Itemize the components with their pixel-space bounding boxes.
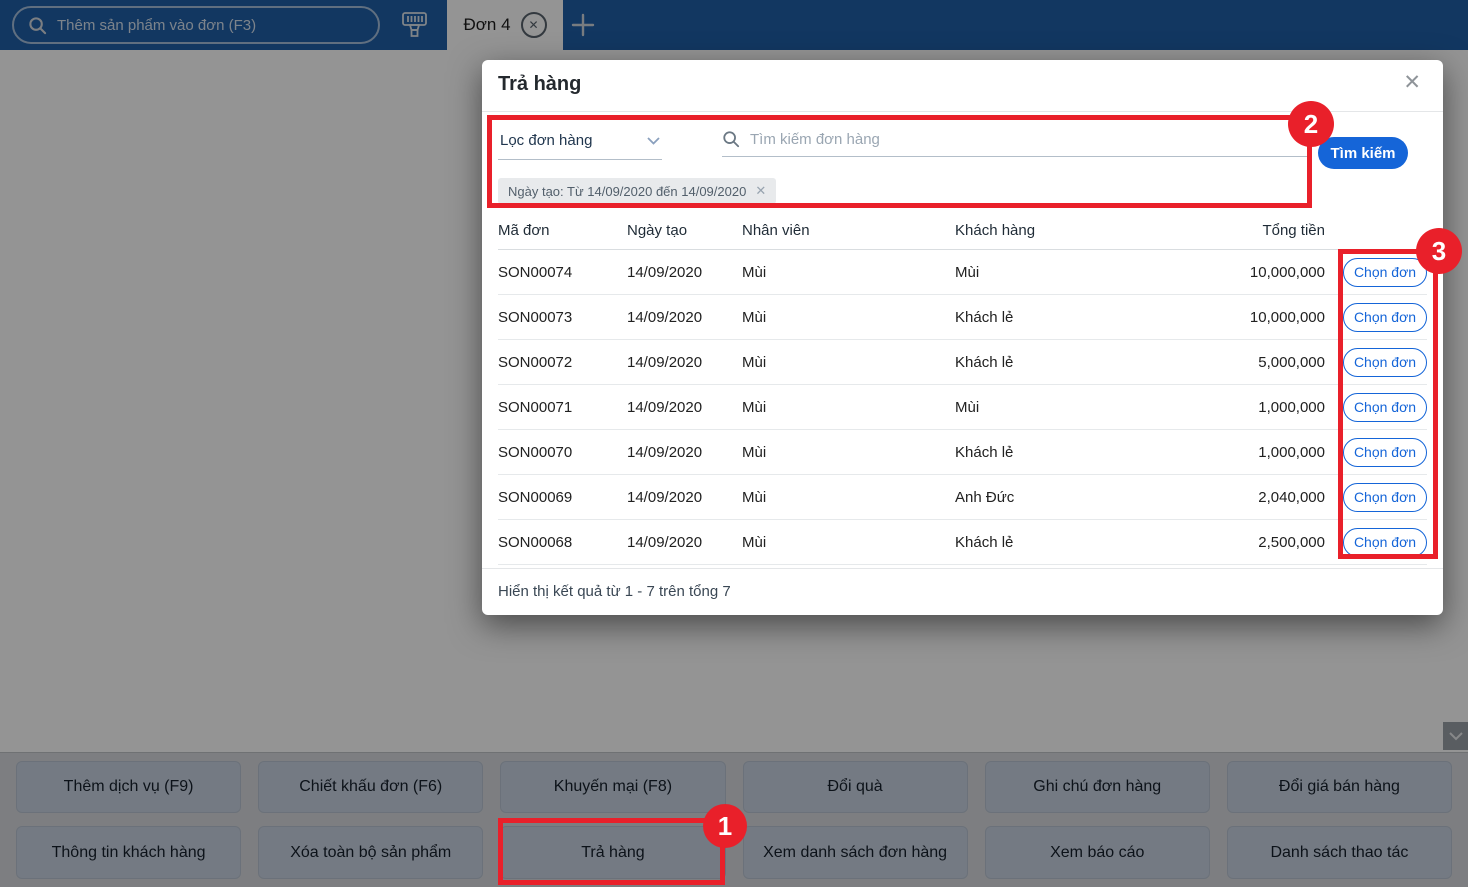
- cell-ngay-tao: 14/09/2020: [627, 263, 703, 281]
- cell-ngay-tao: 14/09/2020: [627, 308, 703, 326]
- col-header-khach-hang: Khách hàng: [955, 222, 1036, 239]
- cell-ma-don: SON00068: [498, 533, 573, 551]
- order-search-field[interactable]: [722, 128, 1308, 157]
- cell-tong-tien: 1,000,000: [1258, 398, 1325, 416]
- chon-don-button[interactable]: Chọn đơn: [1343, 392, 1427, 422]
- cell-nhan-vien: Mùi: [742, 308, 767, 326]
- cell-ma-don: SON00070: [498, 443, 573, 461]
- table-row: SON00069 14/09/2020 Mùi Anh Đức 2,040,00…: [498, 475, 1427, 520]
- cell-tong-tien: 1,000,000: [1258, 443, 1325, 461]
- col-header-ngay-tao: Ngày tạo: [627, 222, 688, 239]
- cell-nhan-vien: Mùi: [742, 533, 767, 551]
- chevron-down-icon: [647, 136, 660, 145]
- order-table-header: Mã đơn Ngày tạo Nhân viên Khách hàng Tổn…: [498, 212, 1427, 250]
- active-filters: Ngày tạo: Từ 14/09/2020 đến 14/09/2020 ✕: [498, 178, 777, 204]
- filter-orders-dropdown[interactable]: Lọc đơn hàng: [498, 128, 662, 160]
- cell-khach-hang: Khách lẻ: [955, 353, 1014, 371]
- cell-ma-don: SON00074: [498, 263, 573, 281]
- cell-ngay-tao: 14/09/2020: [627, 488, 703, 506]
- remove-filter-icon[interactable]: ✕: [755, 183, 766, 199]
- results-summary: Hiển thị kết quả từ 1 - 7 trên tổng 7: [482, 568, 1443, 615]
- col-header-nhan-vien: Nhân viên: [742, 222, 810, 239]
- table-row: SON00073 14/09/2020 Mùi Khách lẻ 10,000,…: [498, 295, 1427, 340]
- date-filter-tag-label: Ngày tạo: Từ 14/09/2020 đến 14/09/2020: [508, 183, 747, 199]
- cell-tong-tien: 2,500,000: [1258, 533, 1325, 551]
- modal-header: Trả hàng ✕: [482, 60, 1443, 112]
- cell-khach-hang: Mùi: [955, 263, 980, 281]
- chon-don-button[interactable]: Chọn đơn: [1343, 437, 1427, 467]
- col-header-tong-tien: Tổng tiền: [1262, 222, 1325, 239]
- search-icon: [723, 131, 740, 148]
- date-filter-tag: Ngày tạo: Từ 14/09/2020 đến 14/09/2020 ✕: [498, 178, 777, 204]
- cell-ma-don: SON00072: [498, 353, 573, 371]
- close-icon[interactable]: ✕: [1403, 72, 1421, 93]
- cell-khach-hang: Khách lẻ: [955, 533, 1014, 551]
- filter-orders-dropdown-label: Lọc đơn hàng: [500, 132, 593, 149]
- chon-don-button[interactable]: Chọn đơn: [1343, 302, 1427, 332]
- cell-ngay-tao: 14/09/2020: [627, 533, 703, 551]
- cell-ngay-tao: 14/09/2020: [627, 443, 703, 461]
- cell-nhan-vien: Mùi: [742, 398, 767, 416]
- modal-title: Trả hàng: [498, 73, 582, 95]
- table-row: SON00068 14/09/2020 Mùi Khách lẻ 2,500,0…: [498, 520, 1427, 565]
- cell-khach-hang: Khách lẻ: [955, 443, 1014, 461]
- table-row: SON00071 14/09/2020 Mùi Mùi 1,000,000 Ch…: [498, 385, 1427, 430]
- chon-don-button[interactable]: Chọn đơn: [1343, 257, 1427, 287]
- chon-don-button[interactable]: Chọn đơn: [1343, 347, 1427, 377]
- tra-hang-modal: Trả hàng ✕ Lọc đơn hàng Tìm kiếm Ngày tạ…: [482, 60, 1443, 615]
- cell-ngay-tao: 14/09/2020: [627, 398, 703, 416]
- col-header-ma-don: Mã đơn: [498, 222, 550, 239]
- cell-nhan-vien: Mùi: [742, 263, 767, 281]
- cell-tong-tien: 10,000,000: [1249, 308, 1325, 326]
- cell-tong-tien: 10,000,000: [1249, 263, 1325, 281]
- cell-nhan-vien: Mùi: [742, 443, 767, 461]
- cell-ngay-tao: 14/09/2020: [627, 353, 703, 371]
- cell-tong-tien: 2,040,000: [1258, 488, 1325, 506]
- chon-don-button[interactable]: Chọn đơn: [1343, 527, 1427, 557]
- cell-ma-don: SON00073: [498, 308, 573, 326]
- cell-nhan-vien: Mùi: [742, 488, 767, 506]
- order-table-body: SON00074 14/09/2020 Mùi Mùi 10,000,000 C…: [498, 250, 1427, 565]
- table-row: SON00074 14/09/2020 Mùi Mùi 10,000,000 C…: [498, 250, 1427, 295]
- cell-ma-don: SON00069: [498, 488, 573, 506]
- filter-row: Lọc đơn hàng Tìm kiếm: [498, 122, 1427, 169]
- table-row: SON00070 14/09/2020 Mùi Khách lẻ 1,000,0…: [498, 430, 1427, 475]
- table-row: SON00072 14/09/2020 Mùi Khách lẻ 5,000,0…: [498, 340, 1427, 385]
- cell-nhan-vien: Mùi: [742, 353, 767, 371]
- search-button[interactable]: Tìm kiếm: [1318, 137, 1408, 169]
- cell-tong-tien: 5,000,000: [1258, 353, 1325, 371]
- order-search-input[interactable]: [750, 130, 1308, 148]
- cell-ma-don: SON00071: [498, 398, 573, 416]
- cell-khach-hang: Khách lẻ: [955, 308, 1014, 326]
- chon-don-button[interactable]: Chọn đơn: [1343, 482, 1427, 512]
- cell-khach-hang: Anh Đức: [955, 488, 1015, 506]
- cell-khach-hang: Mùi: [955, 398, 980, 416]
